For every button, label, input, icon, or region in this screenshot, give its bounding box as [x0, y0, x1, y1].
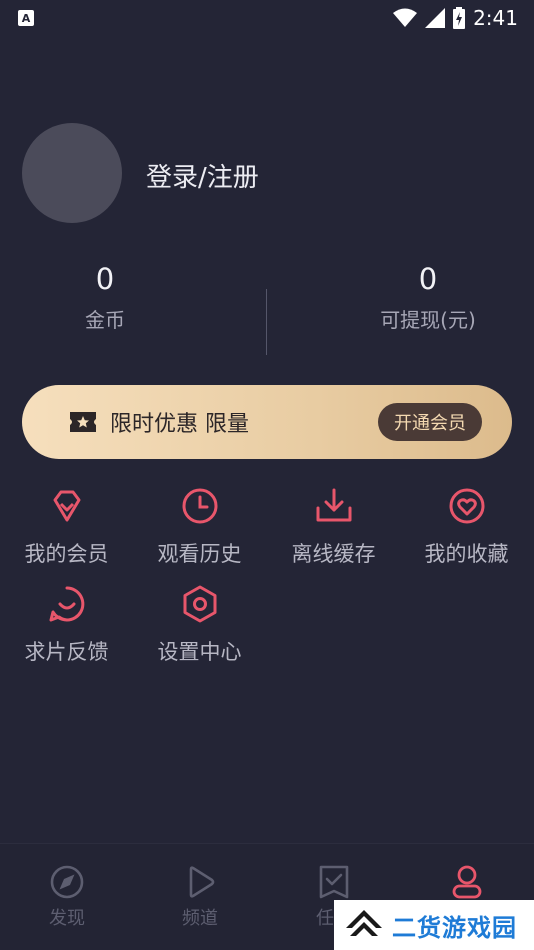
avatar[interactable]	[22, 123, 122, 223]
stats-divider	[266, 289, 267, 355]
coins-label: 金币	[85, 308, 125, 332]
vip-promo-banner[interactable]: 限时优惠 限量 开通会员	[22, 385, 512, 459]
menu-item-offline-cache[interactable]: 离线缓存	[267, 486, 400, 568]
menu-label: 设置中心	[157, 640, 242, 664]
battery-icon	[453, 7, 466, 29]
nav-label: 发现	[49, 908, 85, 929]
ticket-star-icon	[70, 412, 96, 432]
compass-icon	[50, 865, 84, 899]
menu-item-history[interactable]: 观看历史	[133, 486, 266, 568]
nav-tab-channel[interactable]: 频道	[155, 864, 245, 930]
nav-label: 频道	[182, 908, 218, 929]
heart-icon	[449, 488, 484, 524]
clock-time: 2:41	[473, 6, 518, 30]
menu-item-membership[interactable]: 我的会员	[0, 486, 133, 568]
clock-icon	[182, 488, 217, 524]
watermark-text: 二货游戏园	[392, 913, 517, 942]
withdrawable-value: 0	[418, 262, 438, 296]
menu-label: 求片反馈	[24, 640, 109, 664]
site-watermark: 二货游戏园	[334, 900, 534, 950]
coins-value: 0	[95, 262, 115, 296]
status-bar: A 2:41	[0, 0, 534, 36]
task-icon	[319, 865, 349, 899]
menu-item-favorites[interactable]: 我的收藏	[400, 486, 533, 568]
menu-label: 我的收藏	[424, 542, 509, 566]
settings-icon	[183, 585, 216, 623]
app-notification-icon: A	[18, 10, 34, 26]
chat-icon	[49, 586, 84, 622]
wifi-icon	[393, 8, 418, 27]
menu-label: 我的会员	[24, 542, 109, 566]
signal-icon	[425, 8, 446, 28]
open-vip-button[interactable]: 开通会员	[378, 403, 482, 441]
stat-withdrawable[interactable]: 0 可提现(元)	[358, 262, 498, 333]
vip-promo-text: 限时优惠 限量	[110, 412, 249, 437]
login-register-link[interactable]: 登录/注册	[146, 157, 259, 194]
status-icons: 2:41	[393, 6, 518, 30]
watermark-logo-icon	[346, 910, 382, 936]
menu-label: 观看历史	[157, 542, 242, 566]
download-icon	[316, 488, 351, 522]
stat-coins[interactable]: 0 金币	[35, 262, 175, 333]
withdrawable-label: 可提现(元)	[380, 308, 476, 332]
menu-item-request-feedback[interactable]: 求片反馈	[0, 584, 133, 666]
play-icon	[189, 866, 215, 898]
diamond-icon	[53, 490, 80, 522]
nav-tab-discover[interactable]: 发现	[22, 864, 112, 930]
user-icon	[452, 865, 482, 899]
menu-label: 离线缓存	[291, 542, 376, 566]
menu-item-settings[interactable]: 设置中心	[133, 584, 266, 666]
